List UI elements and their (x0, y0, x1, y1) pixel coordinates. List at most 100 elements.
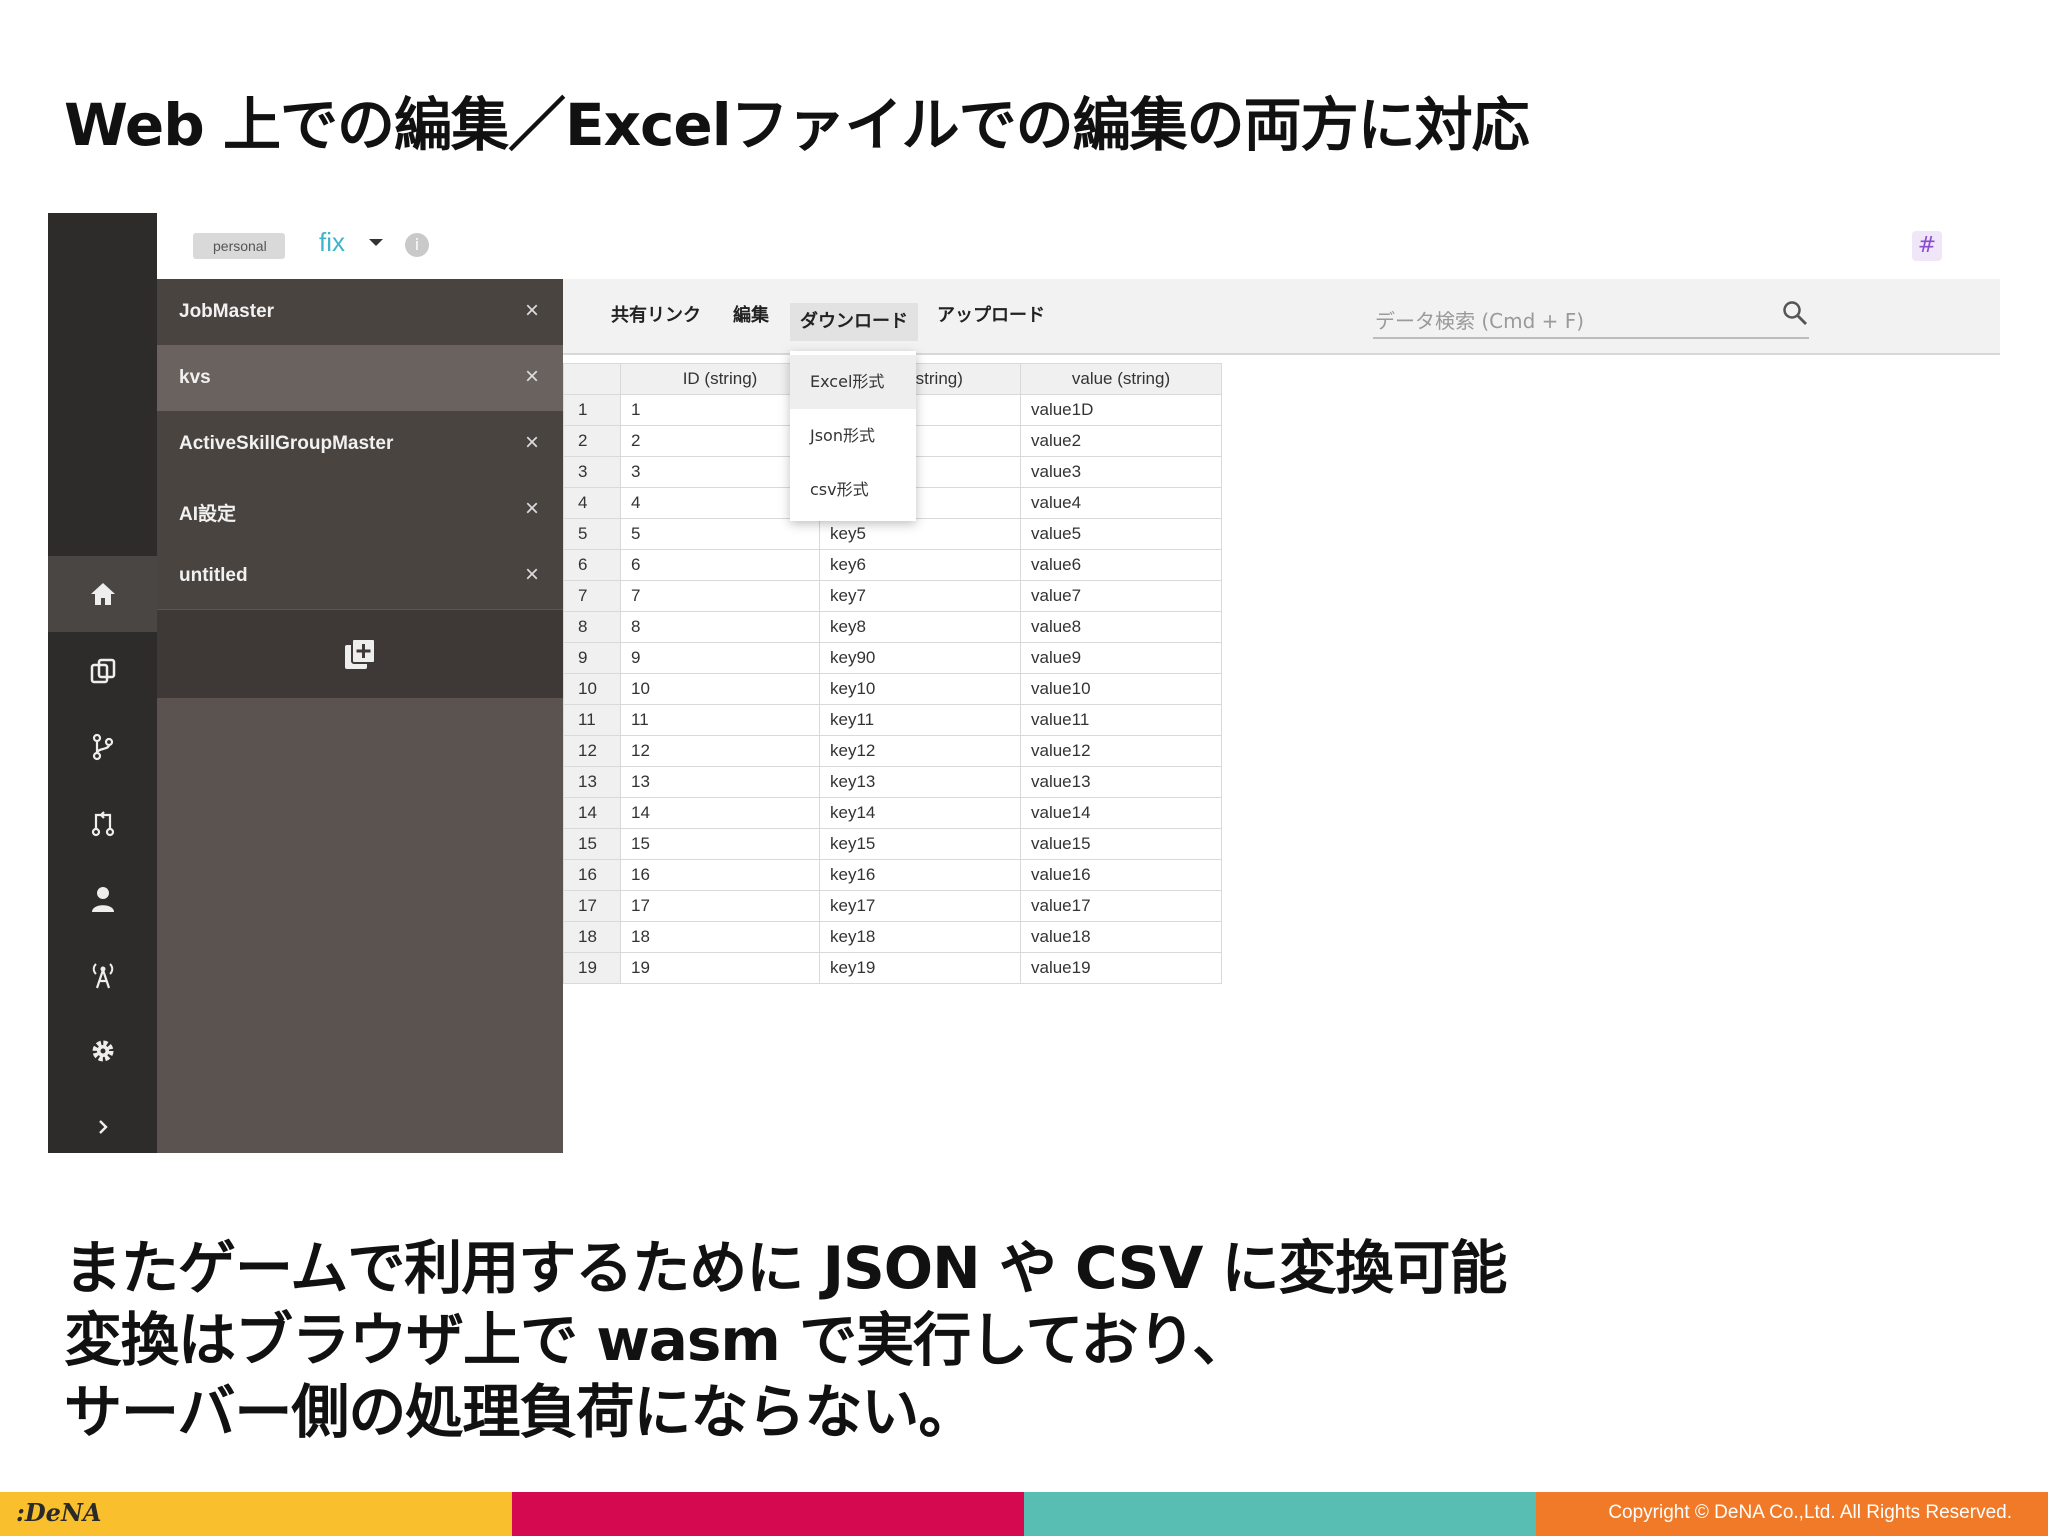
cell-id[interactable]: 16 (620, 859, 820, 891)
tab-ai-settings[interactable]: AI設定 × (157, 477, 563, 543)
table-row: 6 6 key6 value6 (563, 549, 1222, 581)
menu-edit[interactable]: 編集 (733, 279, 769, 353)
broadcast-icon[interactable] (48, 937, 157, 1013)
cell-id[interactable]: 6 (620, 549, 820, 581)
cell-key[interactable]: key10 (819, 673, 1021, 705)
cell-key[interactable]: key7 (819, 580, 1021, 612)
cell-id[interactable]: 17 (620, 890, 820, 922)
cell-key[interactable]: key15 (819, 828, 1021, 860)
table-row: 15 15 key15 value15 (563, 828, 1222, 860)
slide-body: またゲームで利用するために JSON や CSV に変換可能 変換はブラウザ上で… (64, 1232, 1508, 1448)
cell-key[interactable]: key90 (819, 642, 1021, 674)
dena-logo: :DeNA (16, 1498, 102, 1527)
copyright-text: Copyright © DeNA Co.,Ltd. All Rights Res… (1608, 1502, 2012, 1523)
cell-value[interactable]: value11 (1020, 704, 1222, 736)
cell-key[interactable]: key17 (819, 890, 1021, 922)
cell-value[interactable]: value8 (1020, 611, 1222, 643)
cell-id[interactable]: 10 (620, 673, 820, 705)
cell-value[interactable]: value2 (1020, 425, 1222, 457)
cell-id[interactable]: 15 (620, 828, 820, 860)
footer-segment (512, 1492, 1024, 1536)
cell-id[interactable]: 8 (620, 611, 820, 643)
tab-untitled[interactable]: untitled × (157, 543, 563, 609)
cell-id[interactable]: 19 (620, 952, 820, 984)
cell-value[interactable]: value17 (1020, 890, 1222, 922)
close-icon[interactable]: × (525, 297, 539, 325)
cell-key[interactable]: key11 (819, 704, 1021, 736)
cell-id[interactable]: 14 (620, 797, 820, 829)
cell-value[interactable]: value19 (1020, 952, 1222, 984)
cell-value[interactable]: value1D (1020, 394, 1222, 426)
cell-value[interactable]: value15 (1020, 828, 1222, 860)
cell-key[interactable]: key5 (819, 518, 1021, 550)
cell-key[interactable]: key16 (819, 859, 1021, 891)
cell-value[interactable]: value10 (1020, 673, 1222, 705)
cell-value[interactable]: value3 (1020, 456, 1222, 488)
row-number: 13 (563, 766, 621, 798)
cell-value[interactable]: value16 (1020, 859, 1222, 891)
pull-request-icon[interactable] (48, 785, 157, 861)
cell-id[interactable]: 9 (620, 642, 820, 674)
cell-key[interactable]: key18 (819, 921, 1021, 953)
app-logo-icon[interactable]: # (1912, 231, 1942, 261)
cell-key[interactable]: key12 (819, 735, 1021, 767)
cell-value[interactable]: value18 (1020, 921, 1222, 953)
cell-id[interactable]: 12 (620, 735, 820, 767)
row-number: 3 (563, 456, 621, 488)
row-number: 14 (563, 797, 621, 829)
tab-jobmaster[interactable]: JobMaster × (157, 279, 563, 345)
cell-key[interactable]: key6 (819, 549, 1021, 581)
menu-download[interactable]: ダウンロード (790, 303, 918, 341)
tab-kvs[interactable]: kvs × (157, 345, 563, 411)
copy-icon[interactable] (48, 633, 157, 709)
cell-id[interactable]: 11 (620, 704, 820, 736)
cell-id[interactable]: 18 (620, 921, 820, 953)
cell-key[interactable]: key14 (819, 797, 1021, 829)
menu-share-link[interactable]: 共有リンク (611, 279, 701, 353)
row-number: 8 (563, 611, 621, 643)
cell-key[interactable]: key19 (819, 952, 1021, 984)
chevron-right-icon[interactable] (48, 1089, 157, 1153)
menu-upload[interactable]: アップロード (937, 279, 1045, 353)
cell-value[interactable]: value6 (1020, 549, 1222, 581)
row-number: 17 (563, 890, 621, 922)
tab-activeskillgroupmaster[interactable]: ActiveSkillGroupMaster × (157, 411, 563, 477)
download-excel-option[interactable]: Excel形式 (790, 355, 916, 409)
user-icon[interactable] (48, 861, 157, 937)
cell-id[interactable]: 5 (620, 518, 820, 550)
sheet-toolbar: 共有リンク 編集 ダウンロード アップロード データ検索 (Cmd + F) (563, 279, 2000, 355)
close-icon[interactable]: × (525, 429, 539, 457)
sheet-tabs-panel: JobMaster × kvs × ActiveSkillGroupMaster… (157, 279, 563, 1153)
cell-value[interactable]: value4 (1020, 487, 1222, 519)
tab-label: kvs (179, 367, 211, 388)
close-icon[interactable]: × (525, 363, 539, 391)
add-sheet-button[interactable] (157, 610, 563, 698)
cell-key[interactable]: key8 (819, 611, 1021, 643)
home-icon[interactable] (48, 556, 157, 632)
search-icon[interactable] (1781, 299, 1809, 327)
cell-value[interactable]: value5 (1020, 518, 1222, 550)
table-row: 12 12 key12 value12 (563, 735, 1222, 767)
chevron-down-icon[interactable] (369, 239, 383, 246)
cell-value[interactable]: value9 (1020, 642, 1222, 674)
info-icon[interactable]: i (405, 233, 429, 257)
cell-key[interactable]: key13 (819, 766, 1021, 798)
branch-selector[interactable]: fix (319, 227, 345, 258)
gear-icon[interactable] (48, 1013, 157, 1089)
column-header-value[interactable]: value (string) (1020, 363, 1222, 395)
table-row: 5 5 key5 value5 (563, 518, 1222, 550)
download-json-option[interactable]: Json形式 (790, 409, 916, 463)
cell-value[interactable]: value13 (1020, 766, 1222, 798)
search-input[interactable]: データ検索 (Cmd + F) (1373, 299, 1809, 339)
cell-value[interactable]: value14 (1020, 797, 1222, 829)
cell-id[interactable]: 7 (620, 580, 820, 612)
table-row: 14 14 key14 value14 (563, 797, 1222, 829)
table-row: 9 9 key90 value9 (563, 642, 1222, 674)
cell-value[interactable]: value7 (1020, 580, 1222, 612)
close-icon[interactable]: × (525, 495, 539, 523)
cell-id[interactable]: 13 (620, 766, 820, 798)
download-csv-option[interactable]: csv形式 (790, 463, 916, 517)
cell-value[interactable]: value12 (1020, 735, 1222, 767)
close-icon[interactable]: × (525, 561, 539, 589)
branch-icon[interactable] (48, 709, 157, 785)
